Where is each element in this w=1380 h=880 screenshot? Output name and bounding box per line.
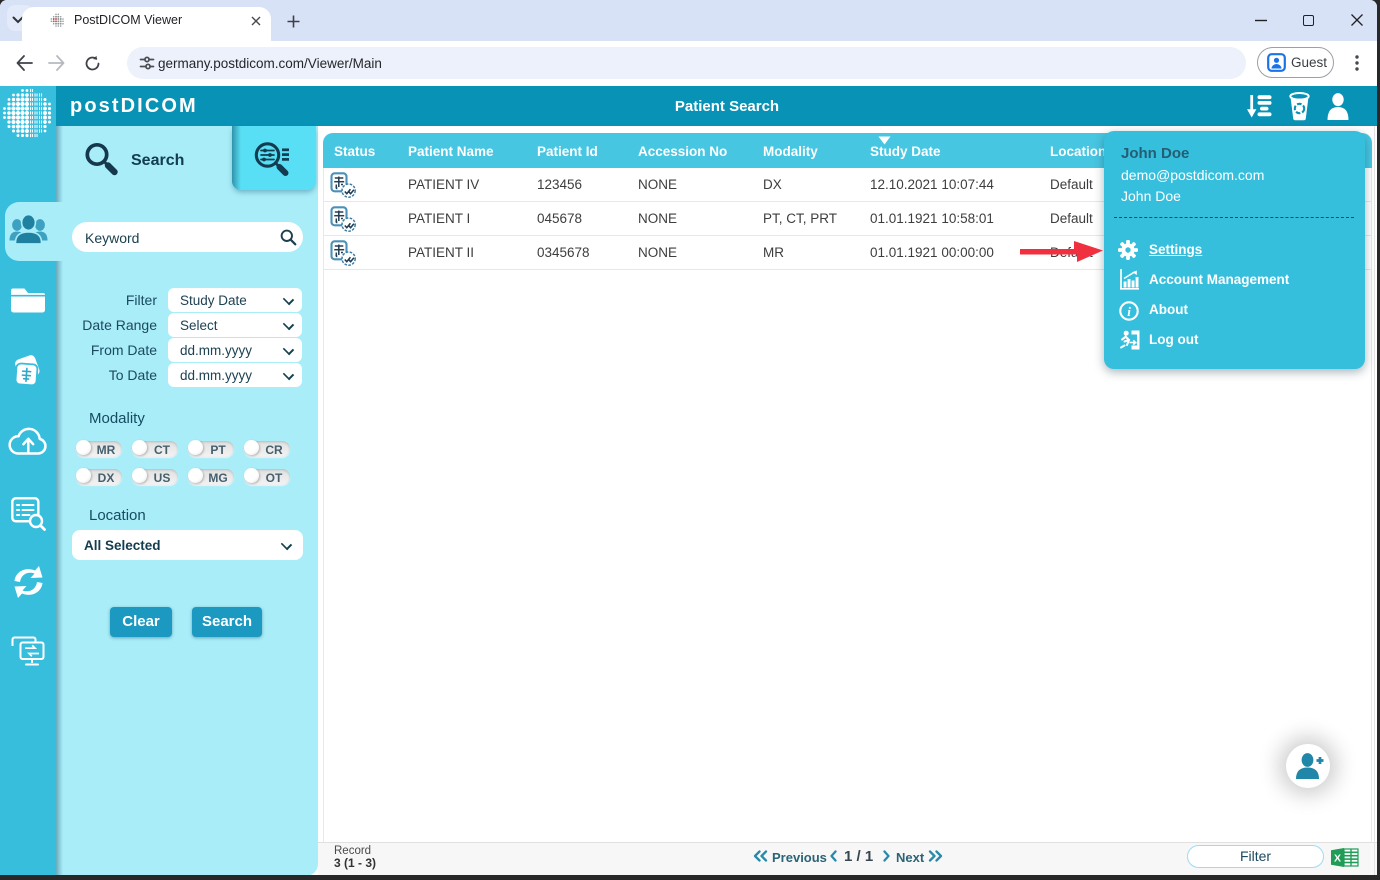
svg-text:i: i: [1127, 304, 1131, 319]
svg-text:X: X: [1334, 853, 1341, 865]
